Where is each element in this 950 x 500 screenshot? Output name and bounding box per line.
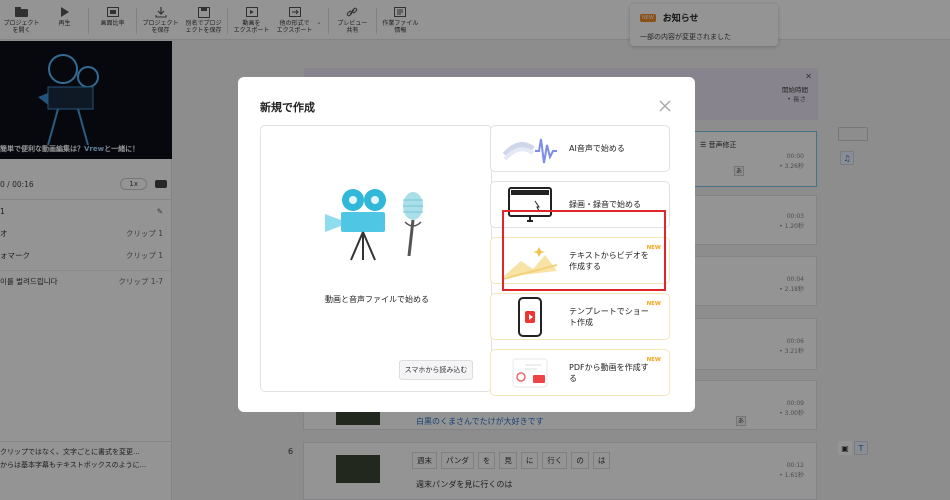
option-label: AI音声で始める [569,144,625,153]
dialog-title: 新規で作成 [260,101,315,114]
monitor-icon [508,187,552,222]
create-new-dialog: 新規で作成 動画と音声ファイルで始める スマホから読み込む AI音声で始める 録… [238,77,695,412]
option-pdf-to-video[interactable]: PDFから動画を作成する NEW [490,349,670,396]
start-from-media-card[interactable]: 動画と音声ファイルで始める スマホから読み込む [260,125,492,392]
start-from-media-label: 動画と音声ファイルで始める [325,295,429,304]
close-icon[interactable] [658,99,672,113]
new-badge: NEW [646,301,661,307]
smartphone-play-icon [518,297,542,337]
option-text-to-video[interactable]: テキストからビデオを作成する NEW [490,237,670,284]
pdf-icon [512,358,548,388]
camera-microphone-icon [325,189,423,261]
new-badge: NEW [646,245,661,251]
option-label: テキストからビデオを作成する [569,250,649,271]
text-to-video-icon [502,247,558,280]
option-label: PDFから動画を作成する [569,362,649,383]
option-template-short[interactable]: テンプレートでショート作成 NEW [490,293,670,340]
sound-wave-icon [502,138,557,164]
option-screen-record[interactable]: 録画・録音で始める [490,181,670,228]
option-label: 録画・録音で始める [569,200,641,209]
import-from-phone-button[interactable]: スマホから読み込む [399,360,473,380]
option-ai-voice[interactable]: AI音声で始める [490,125,670,172]
option-label: テンプレートでショート作成 [569,306,649,327]
new-badge: NEW [646,357,661,363]
